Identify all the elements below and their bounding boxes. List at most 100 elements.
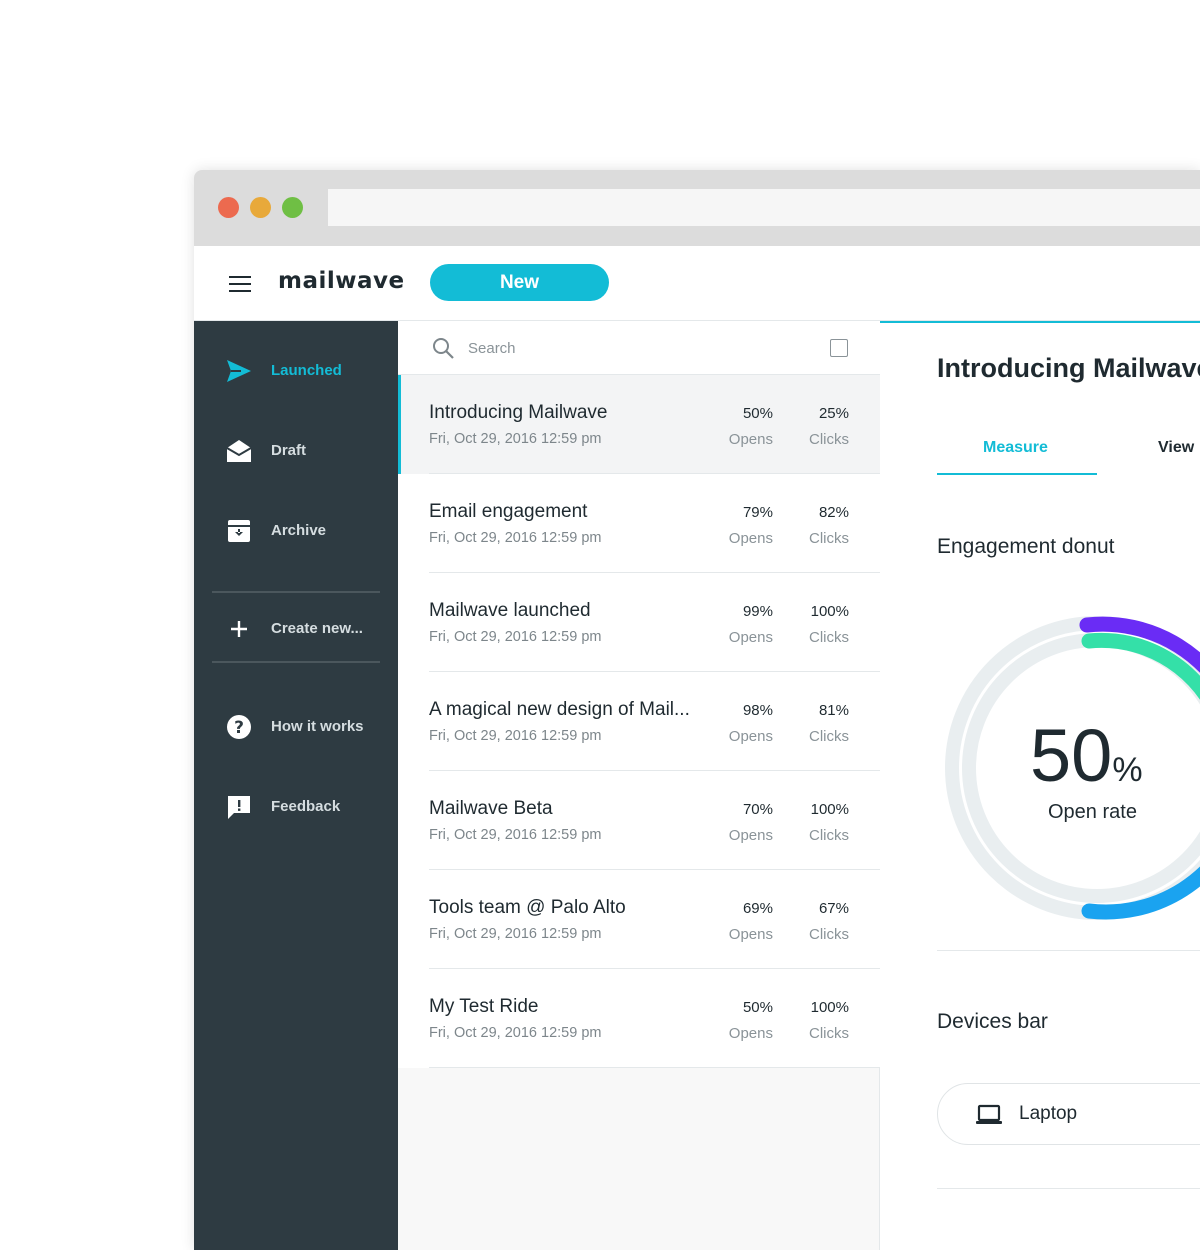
campaign-row[interactable]: Mailwave launched Fri, Oct 29, 2016 12:5… [398, 573, 880, 672]
opens-value: 50% [742, 999, 773, 1016]
opens-label: Opens [728, 530, 773, 547]
open-rate-number: 50 [1030, 714, 1113, 797]
sidebar-item-label: Launched [271, 362, 342, 379]
sidebar-divider [212, 591, 380, 593]
campaign-detail-pane: Introducing Mailwave Measure View Engage… [880, 321, 1200, 1250]
sidebar-item-create-new[interactable]: Create new... [194, 603, 398, 653]
campaign-date: Fri, Oct 29, 2016 12:59 pm [429, 827, 602, 843]
new-campaign-button[interactable]: New [430, 264, 609, 301]
opens-value: 69% [742, 900, 773, 917]
clicks-value: 67% [818, 900, 849, 917]
plus-icon [231, 621, 247, 637]
campaign-title: My Test Ride [429, 996, 539, 1017]
campaign-date: Fri, Oct 29, 2016 12:59 pm [429, 728, 602, 744]
archive-icon [228, 520, 250, 542]
sidebar-item-label: Draft [271, 442, 307, 459]
campaign-detail-title: Introducing Mailwave [937, 353, 1200, 383]
clicks-value: 81% [818, 702, 849, 719]
opens-value: 70% [742, 801, 773, 818]
opens-label: Opens [728, 431, 773, 448]
hamburger-menu-icon[interactable] [229, 276, 251, 292]
sidebar-item-archive[interactable]: Archive [194, 505, 398, 555]
opens-label: Opens [728, 1025, 773, 1042]
tab-view[interactable]: View [1158, 439, 1194, 457]
sidebar-item-draft[interactable]: Draft [194, 425, 398, 475]
campaign-title: A magical new design of Mail... [429, 699, 690, 720]
device-filter-laptop[interactable]: Laptop [937, 1083, 1200, 1145]
clicks-value: 100% [810, 801, 849, 818]
campaign-date: Fri, Oct 29, 2016 12:59 pm [429, 530, 602, 546]
help-icon: ? [227, 715, 251, 739]
sidebar-item-how-it-works[interactable]: ? How it works [194, 701, 398, 751]
clicks-value: 82% [818, 504, 849, 521]
select-all-checkbox[interactable] [830, 339, 848, 357]
opens-label: Opens [728, 629, 773, 646]
campaign-date: Fri, Oct 29, 2016 12:59 pm [429, 1025, 602, 1041]
laptop-icon [976, 1104, 1002, 1124]
minimize-window-button[interactable] [250, 197, 271, 218]
clicks-value: 25% [818, 405, 849, 422]
clicks-label: Clicks [809, 530, 849, 547]
sidebar-item-launched[interactable]: Launched [194, 345, 398, 395]
sidebar-item-feedback[interactable]: Feedback [194, 781, 398, 831]
address-bar[interactable] [328, 189, 1200, 226]
devices-bar-title: Devices bar [937, 1010, 1048, 1033]
close-window-button[interactable] [218, 197, 239, 218]
app-header: mailwave New [194, 246, 1200, 321]
campaign-row[interactable]: Mailwave Beta Fri, Oct 29, 2016 12:59 pm… [398, 771, 880, 870]
clicks-label: Clicks [809, 728, 849, 745]
campaign-row[interactable]: Tools team @ Palo Alto Fri, Oct 29, 2016… [398, 870, 880, 969]
clicks-label: Clicks [809, 827, 849, 844]
browser-window: mailwave New Launched Draft Archive Crea… [194, 170, 1200, 1250]
campaign-date: Fri, Oct 29, 2016 12:59 pm [429, 926, 602, 942]
campaign-title: Introducing Mailwave [429, 402, 608, 423]
active-tab-indicator [937, 473, 1097, 475]
svg-text:?: ? [234, 718, 244, 738]
clicks-label: Clicks [809, 1025, 849, 1042]
campaign-row[interactable]: Email engagement Fri, Oct 29, 2016 12:59… [398, 474, 880, 573]
engagement-donut-title: Engagement donut [937, 535, 1115, 558]
clicks-value: 100% [810, 999, 849, 1016]
open-rate-value: 50% [1030, 713, 1143, 798]
tab-measure[interactable]: Measure [983, 439, 1048, 457]
clicks-value: 100% [810, 603, 849, 620]
sidebar-item-label: How it works [271, 718, 364, 735]
opens-value: 50% [742, 405, 773, 422]
campaign-date: Fri, Oct 29, 2016 12:59 pm [429, 629, 602, 645]
campaign-list-pane: Introducing Mailwave Fri, Oct 29, 2016 1… [398, 321, 880, 1250]
open-rate-label: Open rate [1048, 801, 1137, 823]
search-bar [398, 321, 880, 375]
send-icon [227, 360, 251, 382]
app-logo: mailwave [278, 268, 405, 294]
section-divider [937, 1188, 1200, 1189]
feedback-icon [228, 796, 250, 819]
opens-value: 79% [742, 504, 773, 521]
sidebar-divider [212, 661, 380, 663]
device-label: Laptop [1019, 1103, 1078, 1124]
campaign-row[interactable]: A magical new design of Mail... Fri, Oct… [398, 672, 880, 771]
campaign-title: Mailwave Beta [429, 798, 553, 819]
campaign-title: Email engagement [429, 501, 588, 522]
search-input[interactable] [468, 336, 768, 360]
campaign-title: Mailwave launched [429, 600, 591, 621]
opens-label: Opens [728, 926, 773, 943]
campaign-row[interactable]: My Test Ride Fri, Oct 29, 2016 12:59 pm … [398, 969, 880, 1068]
sidebar-item-label: Create new... [271, 620, 363, 637]
clicks-label: Clicks [809, 431, 849, 448]
maximize-window-button[interactable] [282, 197, 303, 218]
sidebar: Launched Draft Archive Create new... ? H… [194, 321, 398, 1250]
clicks-label: Clicks [809, 926, 849, 943]
section-divider [937, 950, 1200, 951]
opens-value: 98% [742, 702, 773, 719]
campaign-title: Tools team @ Palo Alto [429, 897, 626, 918]
opens-value: 99% [742, 603, 773, 620]
sidebar-item-label: Feedback [271, 798, 341, 815]
envelope-open-icon [226, 440, 252, 462]
clicks-label: Clicks [809, 629, 849, 646]
campaign-row[interactable]: Introducing Mailwave Fri, Oct 29, 2016 1… [398, 375, 880, 474]
search-icon [433, 338, 454, 359]
sidebar-item-label: Archive [271, 522, 327, 539]
browser-chrome [194, 170, 1200, 246]
open-rate-unit: % [1112, 751, 1143, 789]
campaign-date: Fri, Oct 29, 2016 12:59 pm [429, 431, 602, 447]
